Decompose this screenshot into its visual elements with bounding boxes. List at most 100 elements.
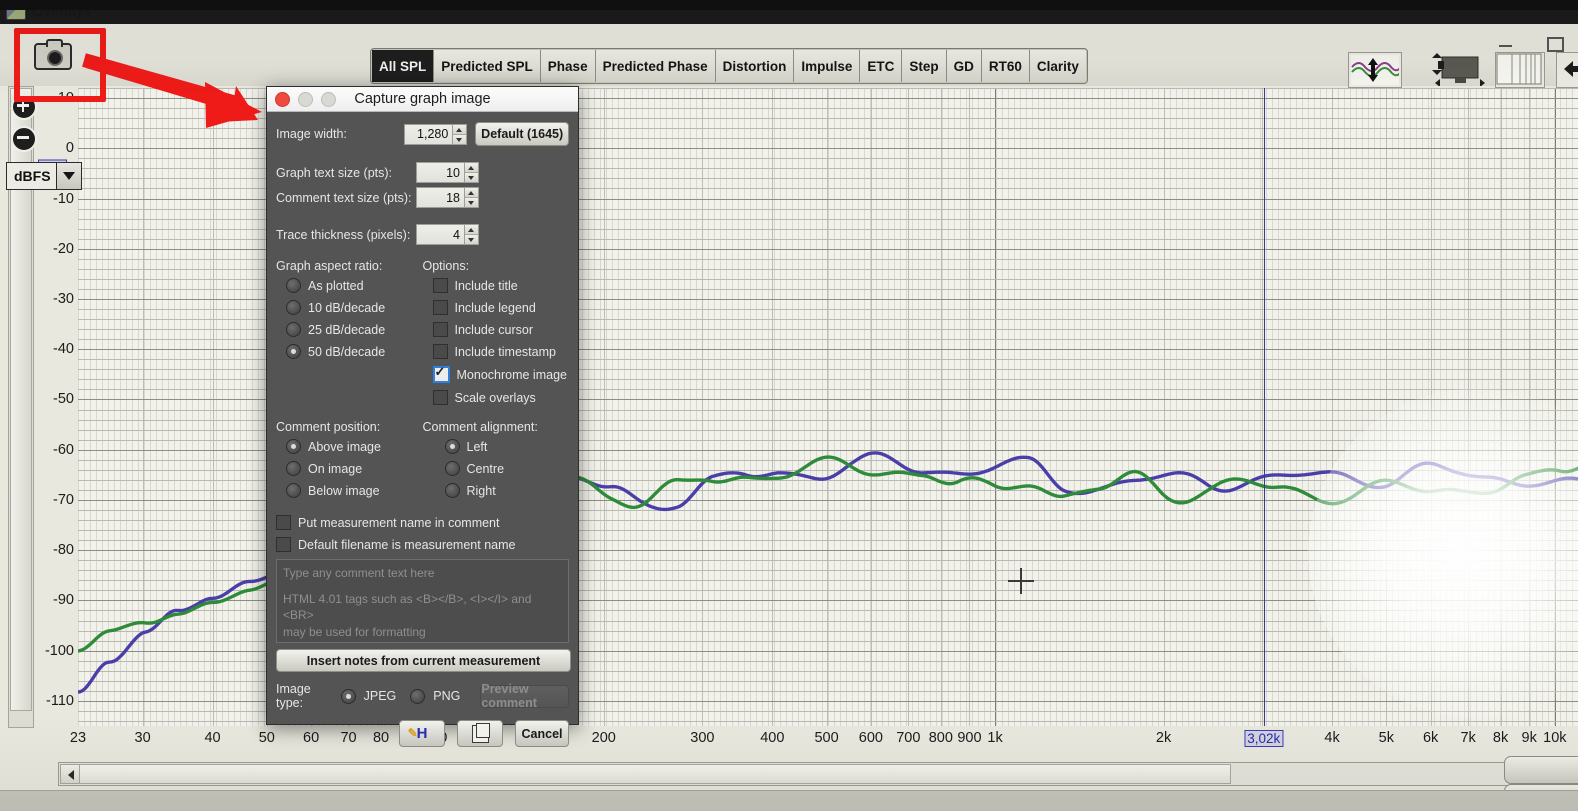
maximize-icon[interactable] (1545, 36, 1565, 52)
horizontal-scroll-thumb[interactable] (79, 764, 1231, 784)
tab-predicted-phase[interactable]: Predicted Phase (595, 50, 716, 82)
y-axis-tick: -90 (53, 592, 74, 609)
checkbox-label: Scale overlays (454, 390, 536, 405)
comment-placeholder-line-2: HTML 4.01 tags such as <B></B>, <I></I> … (283, 592, 532, 623)
capture-graph-image-button[interactable] (30, 36, 76, 76)
radio-align-centre[interactable]: Centre (423, 461, 570, 476)
preview-comment-button: Preview comment (480, 682, 569, 710)
x-axis-tick: 9k (1521, 730, 1537, 746)
radio-label: Centre (466, 461, 505, 476)
cancel-button[interactable]: Cancel (515, 720, 569, 747)
vertical-scroll-thumb[interactable] (10, 109, 32, 711)
y-axis-tick: -80 (53, 542, 74, 559)
copy-image-button[interactable] (457, 720, 503, 747)
columns-icon[interactable] (1495, 52, 1545, 88)
tab-rt60[interactable]: RT60 (981, 50, 1030, 82)
image-width-label: Image width: (276, 127, 347, 141)
x-axis-tick: 700 (896, 730, 921, 746)
tab-impulse[interactable]: Impulse (794, 50, 861, 82)
checkbox-scale-overlays[interactable]: Scale overlays (423, 390, 570, 405)
graph-horizontal-scrollbar[interactable] (58, 762, 1578, 786)
radio-align-right[interactable]: Right (423, 483, 570, 498)
minimize-icon-dialog[interactable] (298, 92, 313, 107)
trace-thickness-row: Trace thickness (pixels): (276, 224, 569, 245)
copy-image-icon (471, 722, 490, 743)
checkbox-include-timestamp[interactable]: Include timestamp (423, 344, 570, 359)
checkbox-include-title[interactable]: Include title (423, 278, 570, 293)
graph-text-size-input[interactable] (416, 162, 464, 183)
radio-icon-png[interactable] (410, 688, 426, 704)
radio-above-image[interactable]: Above image (276, 439, 423, 454)
back-arrow-icon[interactable] (1556, 52, 1578, 88)
minimize-icon[interactable] (1497, 36, 1517, 52)
graph-text-size-increment[interactable] (465, 163, 478, 172)
comment-text-size-decrement[interactable] (465, 197, 478, 207)
trace-thickness-stepper[interactable] (416, 224, 479, 245)
radio-as-plotted[interactable]: As plotted (276, 278, 423, 293)
zoom-controls[interactable] (11, 94, 37, 158)
overlay-traces-icon[interactable] (1348, 52, 1402, 88)
radio-align-left[interactable]: Left (423, 439, 570, 454)
radio-label: Right (466, 483, 496, 498)
zoom-in-icon[interactable] (11, 94, 37, 120)
comment-text-size-stepper[interactable] (416, 187, 479, 208)
comment-textarea[interactable]: Type any comment text here HTML 4.01 tag… (276, 559, 569, 643)
zoom-icon-dialog[interactable] (321, 92, 336, 107)
trace-thickness-decrement[interactable] (465, 234, 478, 244)
image-width-increment[interactable] (453, 124, 467, 134)
radio-50db-decade[interactable]: 50 dB/decade (276, 344, 423, 359)
checkbox-label: Monochrome image (456, 367, 567, 382)
chevron-down-icon[interactable] (56, 163, 81, 189)
tab-etc[interactable]: ETC (860, 50, 903, 82)
x-cursor-value[interactable]: 3,02k (1244, 730, 1284, 747)
window-controls[interactable] (275, 92, 336, 107)
save-image-icon: H (408, 725, 428, 742)
scroll-left-icon[interactable] (60, 764, 80, 784)
radio-on-image[interactable]: On image (276, 461, 423, 476)
limit-button-1[interactable]: 10 .. 2 (1504, 756, 1578, 784)
tab-phase[interactable]: Phase (540, 50, 596, 82)
tab-gd[interactable]: GD (946, 50, 982, 82)
tab-distortion[interactable]: Distortion (715, 50, 795, 82)
radio-10db-decade[interactable]: 10 dB/decade (276, 300, 423, 315)
display-limits-icon[interactable] (1426, 52, 1488, 87)
checkbox-monochrome-image[interactable]: Monochrome image (423, 364, 570, 383)
comment-text-size-input[interactable] (416, 187, 464, 208)
x-axis-tick: 900 (957, 730, 982, 746)
radio-25db-decade[interactable]: 25 dB/decade (276, 322, 423, 337)
x-axis-tick: 40 (204, 730, 221, 746)
graph-text-size-stepper[interactable] (416, 162, 479, 183)
tab-clarity[interactable]: Clarity (1029, 50, 1086, 82)
screen-photo: Overlays All SPL Predicted SPL Phase Pre… (0, 0, 1578, 811)
checkbox-include-cursor[interactable]: Include cursor (423, 322, 570, 337)
unit-select[interactable]: dBFS (6, 162, 82, 190)
graph-tabs[interactable]: All SPL Predicted SPL Phase Predicted Ph… (370, 48, 1088, 84)
image-width-decrement[interactable] (453, 133, 467, 144)
checkbox-icon-checked (432, 364, 450, 383)
checkbox-put-measurement-name[interactable]: Put measurement name in comment (276, 515, 569, 530)
insert-notes-button[interactable]: Insert notes from current measurement (276, 649, 571, 672)
capture-graph-image-dialog[interactable]: Capture graph image Image width: Default… (266, 86, 579, 747)
close-icon[interactable] (275, 92, 290, 107)
checkbox-icon (276, 515, 291, 530)
x-axis-tick: 800 (928, 730, 953, 746)
checkbox-icon (432, 278, 448, 293)
zoom-out-icon[interactable] (11, 126, 37, 152)
radio-below-image[interactable]: Below image (276, 483, 423, 498)
image-width-stepper[interactable] (404, 123, 468, 145)
trace-thickness-input[interactable] (416, 224, 464, 245)
cursor-crosshair (1008, 568, 1034, 594)
checkbox-include-legend[interactable]: Include legend (423, 300, 570, 315)
image-width-row: Image width: Default (1645) (276, 122, 569, 146)
save-image-button[interactable]: H (399, 720, 445, 747)
comment-text-size-increment[interactable] (465, 188, 478, 197)
trace-thickness-increment[interactable] (465, 225, 478, 234)
image-width-input[interactable] (404, 123, 453, 145)
graph-text-size-decrement[interactable] (465, 172, 478, 182)
tab-all-spl[interactable]: All SPL (372, 50, 435, 82)
tab-step[interactable]: Step (902, 50, 947, 82)
checkbox-default-filename[interactable]: Default filename is measurement name (276, 537, 569, 552)
tab-predicted-spl[interactable]: Predicted SPL (434, 50, 541, 82)
default-width-button[interactable]: Default (1645) (475, 122, 569, 146)
radio-icon-jpeg[interactable] (340, 688, 356, 704)
